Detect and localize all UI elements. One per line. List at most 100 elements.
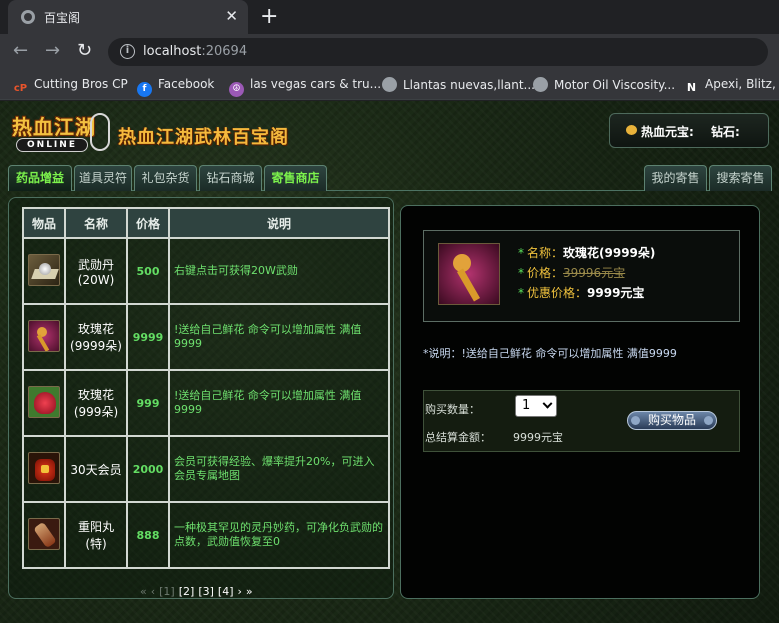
back-arrow-icon[interactable]: ← bbox=[13, 40, 28, 61]
item-name[interactable]: 重阳丸 (特) bbox=[64, 501, 128, 569]
item-name[interactable]: 武勋丹 (20W) bbox=[64, 237, 128, 305]
tab-items[interactable]: 道具灵符 bbox=[74, 165, 132, 191]
item-price: 999 bbox=[126, 369, 170, 437]
yuanbao-label: 热血元宝: bbox=[641, 125, 694, 139]
note-label: 说明： bbox=[428, 347, 462, 360]
header-desc: 说明 bbox=[168, 207, 390, 239]
browser-tab[interactable]: 百宝阁 ✕ bbox=[8, 0, 248, 34]
item-detail-box: * 名称：玫瑰花(9999朵) * 价格：39996元宝 * 优惠价格：9999元宝 bbox=[423, 230, 740, 322]
detail-discount-row: * 优惠价格：9999元宝 bbox=[518, 286, 645, 300]
new-tab-button[interactable]: + bbox=[260, 4, 278, 29]
url-port: :20694 bbox=[201, 44, 248, 59]
site-title: 热血江湖武林百宝阁 bbox=[118, 127, 289, 148]
globe-icon bbox=[382, 77, 397, 92]
detail-name-value: 玫瑰花(9999朵) bbox=[563, 246, 656, 260]
reload-icon[interactable]: ↻ bbox=[77, 40, 92, 61]
pager-first: « bbox=[140, 585, 147, 598]
total-value: 9999元宝 bbox=[513, 431, 563, 444]
bookmark-label: Facebook bbox=[158, 77, 215, 91]
peace-icon: ☮ bbox=[229, 82, 244, 97]
tab-medicine[interactable]: 药品增益 bbox=[8, 165, 72, 191]
red-bag-icon[interactable] bbox=[28, 451, 60, 484]
bookmark-label: Motor Oil Viscosity... bbox=[554, 78, 676, 92]
tab-diamond-shop[interactable]: 钻石商城 bbox=[199, 165, 262, 191]
buy-item-button[interactable]: 购买物品 bbox=[627, 411, 717, 430]
pager-page-4[interactable]: [4] bbox=[218, 585, 234, 598]
table-row[interactable]: 重阳丸 (特) 888 一种极其罕见的灵丹妙药，可净化负武勋的点数，武勋值恢复至… bbox=[22, 501, 390, 569]
cp-icon: cP bbox=[13, 83, 28, 94]
qty-value: 1 bbox=[522, 398, 531, 413]
item-detail-panel: * 名称：玫瑰花(9999朵) * 价格：39996元宝 * 优惠价格：9999元宝 … bbox=[400, 205, 760, 599]
item-price: 2000 bbox=[126, 435, 170, 503]
pager-prev: ‹ bbox=[150, 585, 156, 598]
detail-name-label: 名称： bbox=[527, 246, 564, 260]
page-content: 热血江湖 ONLINE 热血江湖武林百宝阁 热血元宝: 钻石: 药品增益 道具灵… bbox=[0, 101, 779, 623]
bookmark-facebook[interactable]: f Facebook bbox=[137, 77, 214, 97]
item-name[interactable]: 玫瑰花 (999朵) bbox=[64, 369, 128, 437]
detail-discount-value: 9999元宝 bbox=[587, 286, 645, 300]
pager-current: [1] bbox=[159, 585, 175, 598]
header-price: 价格 bbox=[126, 207, 170, 239]
item-table: 物品 名称 价格 说明 武勋丹 (20W) 500 右键点击可获得20W武勋 玫… bbox=[22, 207, 390, 569]
browser-tabstrip: 百宝阁 ✕ + bbox=[0, 0, 779, 36]
note-value: !送给自己鲜花 命令可以增加属性 满值9999 bbox=[461, 347, 677, 360]
table-header-row: 物品 名称 价格 说明 bbox=[22, 207, 390, 239]
qty-label: 购买数量： bbox=[425, 403, 480, 416]
bookmark-cutting-bros[interactable]: cP Cutting Bros CP bbox=[13, 77, 128, 96]
pagination: «‹ [1] [2] [3] [4] › » bbox=[140, 585, 257, 598]
pager-page-3[interactable]: [3] bbox=[198, 585, 214, 598]
rose-staff-icon[interactable] bbox=[28, 319, 60, 352]
tab-gifts[interactable]: 礼包杂货 bbox=[134, 165, 197, 191]
logo-text: 热血江湖 bbox=[12, 115, 96, 139]
item-desc: 右键点击可获得20W武勋 bbox=[168, 237, 390, 305]
item-desc: 一种极其罕见的灵丹妙药，可净化负武勋的点数，武勋值恢复至0 bbox=[168, 501, 390, 569]
rose-staff-icon bbox=[438, 243, 500, 305]
bookmark-apexi[interactable]: N Apexi, Blitz, H bbox=[684, 77, 779, 95]
tab-title: 百宝阁 bbox=[44, 11, 81, 25]
bookmark-llantas[interactable]: Llantas nuevas,llant... bbox=[382, 77, 535, 92]
header-item: 物品 bbox=[22, 207, 66, 239]
tab-consignment-shop[interactable]: 寄售商店 bbox=[264, 165, 327, 191]
item-name[interactable]: 玫瑰花 (9999朵) bbox=[64, 303, 128, 371]
logo-subtext: ONLINE bbox=[16, 138, 88, 152]
bookmark-motor-oil[interactable]: Motor Oil Viscosity... bbox=[533, 77, 675, 92]
pill-bottle-icon[interactable] bbox=[28, 517, 60, 550]
table-row[interactable]: 玫瑰花 (999朵) 999 !送给自己鲜花 命令可以增加属性 满值9999 bbox=[22, 369, 390, 437]
address-bar[interactable]: i localhost:20694 bbox=[108, 38, 768, 66]
info-icon[interactable]: i bbox=[120, 44, 135, 59]
qty-select[interactable]: 1 bbox=[515, 395, 557, 417]
logo-swirl-icon bbox=[90, 113, 110, 151]
item-price: 500 bbox=[126, 237, 170, 305]
item-price: 888 bbox=[126, 501, 170, 569]
detail-name-row: * 名称：玫瑰花(9999朵) bbox=[518, 246, 656, 260]
table-row[interactable]: 玫瑰花 (9999朵) 9999 !送给自己鲜花 命令可以增加属性 满值9999 bbox=[22, 303, 390, 371]
globe-icon bbox=[533, 77, 548, 92]
bookmark-label: Apexi, Blitz, H bbox=[705, 77, 779, 91]
item-name[interactable]: 30天会员 bbox=[64, 435, 128, 503]
forward-arrow-icon[interactable]: → bbox=[45, 40, 60, 61]
detail-note: *说明：!送给自己鲜花 命令可以增加属性 满值9999 bbox=[423, 347, 677, 360]
heart-rose-icon[interactable] bbox=[28, 385, 60, 418]
item-desc: !送给自己鲜花 命令可以增加属性 满值9999 bbox=[168, 303, 390, 371]
tab-search-consignment[interactable]: 搜索寄售 bbox=[709, 165, 772, 191]
globe-icon bbox=[21, 10, 35, 24]
table-row[interactable]: 武勋丹 (20W) 500 右键点击可获得20W武勋 bbox=[22, 237, 390, 305]
purchase-box: 购买数量： 1 总结算金额： 9999元宝 购买物品 bbox=[423, 390, 740, 452]
url-host: localhost bbox=[143, 44, 202, 59]
bookmark-label: Llantas nuevas,llant... bbox=[403, 78, 535, 92]
item-desc: 会员可获得经验、爆率提升20%，可进入会员专属地图 bbox=[168, 435, 390, 503]
close-tab-icon[interactable]: ✕ bbox=[225, 7, 238, 25]
item-list-panel: 物品 名称 价格 说明 武勋丹 (20W) 500 右键点击可获得20W武勋 玫… bbox=[8, 197, 394, 599]
pager-page-2[interactable]: [2] bbox=[179, 585, 195, 598]
tab-my-consignment[interactable]: 我的寄售 bbox=[644, 165, 707, 191]
bookmarks-bar: cP Cutting Bros CP f Facebook ☮ las vegas c… bbox=[0, 70, 779, 100]
table-row[interactable]: 30天会员 2000 会员可获得经验、爆率提升20%，可进入会员专属地图 bbox=[22, 435, 390, 503]
bookmark-las-vegas[interactable]: ☮ las vegas cars & tru... bbox=[229, 77, 381, 97]
total-label: 总结算金额： bbox=[425, 431, 491, 444]
detail-discount-label: 优惠价格： bbox=[527, 286, 588, 300]
pearl-plate-icon[interactable] bbox=[28, 253, 60, 286]
pager-last[interactable]: » bbox=[246, 585, 253, 598]
n-icon: N bbox=[686, 81, 697, 94]
pager-next[interactable]: › bbox=[238, 585, 242, 598]
header-name: 名称 bbox=[64, 207, 128, 239]
